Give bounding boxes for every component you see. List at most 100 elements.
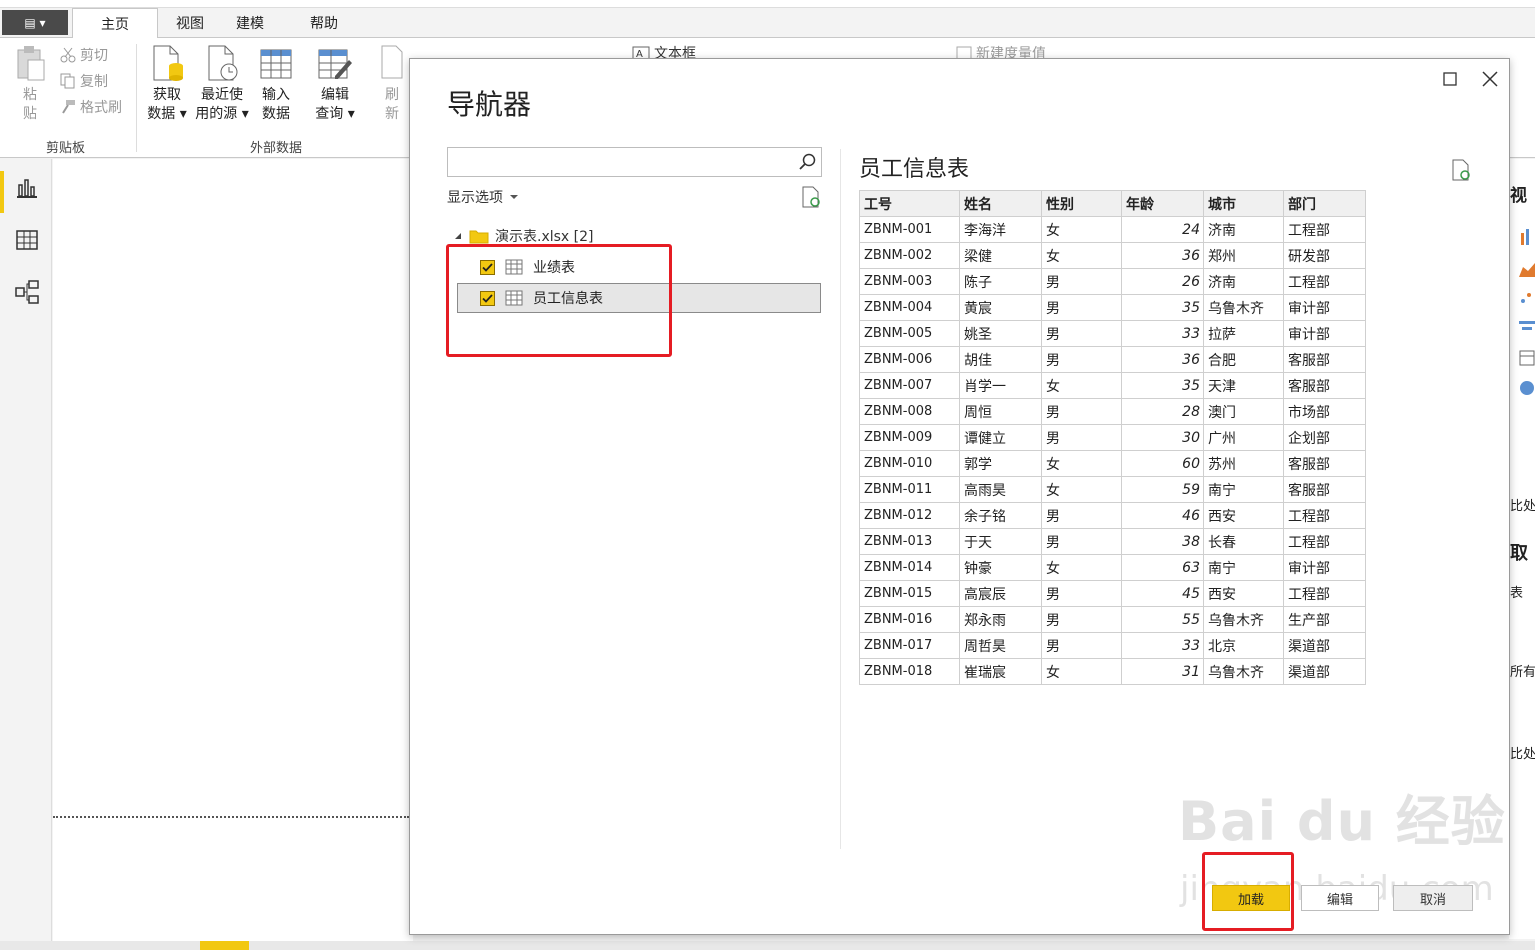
- maximize-icon[interactable]: [1438, 67, 1462, 91]
- table-cell[interactable]: 肖学一: [959, 372, 1042, 399]
- table-visual-icon[interactable]: [1519, 349, 1535, 367]
- table-cell[interactable]: 合肥: [1203, 346, 1284, 373]
- table-cell[interactable]: 45: [1121, 580, 1204, 607]
- table-cell[interactable]: 市场部: [1283, 398, 1366, 425]
- table-cell[interactable]: ZBNM-012: [859, 502, 960, 529]
- table-cell[interactable]: 乌鲁木齐: [1203, 658, 1284, 685]
- cancel-button[interactable]: 取消: [1393, 885, 1473, 911]
- table-cell[interactable]: 男: [1041, 528, 1122, 555]
- tab-modeling[interactable]: 建模: [220, 8, 280, 37]
- table-cell[interactable]: 澳门: [1203, 398, 1284, 425]
- column-header[interactable]: 部门: [1283, 190, 1366, 217]
- table-cell[interactable]: 35: [1121, 294, 1204, 321]
- search-icon[interactable]: [797, 152, 817, 172]
- table-cell[interactable]: 36: [1121, 346, 1204, 373]
- column-header[interactable]: 工号: [859, 190, 960, 217]
- table-cell[interactable]: 梁健: [959, 242, 1042, 269]
- table-cell[interactable]: 男: [1041, 346, 1122, 373]
- table-cell[interactable]: 女: [1041, 476, 1122, 503]
- table-cell[interactable]: 31: [1121, 658, 1204, 685]
- table-cell[interactable]: 55: [1121, 606, 1204, 633]
- model-view-icon[interactable]: [14, 279, 40, 305]
- table-cell[interactable]: 余子铭: [959, 502, 1042, 529]
- column-header[interactable]: 性别: [1041, 190, 1122, 217]
- refresh-tree-icon[interactable]: [801, 186, 821, 208]
- table-cell[interactable]: 24: [1121, 216, 1204, 243]
- report-view-icon[interactable]: [14, 175, 40, 201]
- table-cell[interactable]: 60: [1121, 450, 1204, 477]
- table-cell[interactable]: 46: [1121, 502, 1204, 529]
- table-cell[interactable]: ZBNM-013: [859, 528, 960, 555]
- table-cell[interactable]: 渠道部: [1283, 632, 1366, 659]
- table-cell[interactable]: ZBNM-002: [859, 242, 960, 269]
- table-cell[interactable]: ZBNM-018: [859, 658, 960, 685]
- table-cell[interactable]: 男: [1041, 424, 1122, 451]
- table-cell[interactable]: 苏州: [1203, 450, 1284, 477]
- table-cell[interactable]: 工程部: [1283, 502, 1366, 529]
- table-cell[interactable]: 周恒: [959, 398, 1042, 425]
- table-cell[interactable]: 女: [1041, 554, 1122, 581]
- table-cell[interactable]: 客服部: [1283, 346, 1366, 373]
- table-cell[interactable]: ZBNM-004: [859, 294, 960, 321]
- refresh-preview-icon[interactable]: [1451, 159, 1471, 181]
- table-cell[interactable]: 南宁: [1203, 476, 1284, 503]
- table-cell[interactable]: 女: [1041, 450, 1122, 477]
- search-input[interactable]: [452, 152, 792, 172]
- table-cell[interactable]: 客服部: [1283, 476, 1366, 503]
- table-cell[interactable]: 男: [1041, 632, 1122, 659]
- table-cell[interactable]: 女: [1041, 658, 1122, 685]
- table-cell[interactable]: 35: [1121, 372, 1204, 399]
- area-chart-visual-icon[interactable]: [1519, 259, 1535, 277]
- table-cell[interactable]: 28: [1121, 398, 1204, 425]
- table-cell[interactable]: 女: [1041, 242, 1122, 269]
- table-cell[interactable]: 工程部: [1283, 268, 1366, 295]
- table-cell[interactable]: 西安: [1203, 580, 1284, 607]
- table-cell[interactable]: ZBNM-015: [859, 580, 960, 607]
- edit-button[interactable]: 编辑: [1301, 885, 1379, 911]
- table-cell[interactable]: ZBNM-005: [859, 320, 960, 347]
- cut-button[interactable]: 剪切: [60, 45, 108, 65]
- table-cell[interactable]: 姚圣: [959, 320, 1042, 347]
- get-data-button[interactable]: 获取 数据 ▾: [144, 44, 190, 124]
- table-cell[interactable]: 胡佳: [959, 346, 1042, 373]
- table-cell[interactable]: 男: [1041, 580, 1122, 607]
- table-cell[interactable]: 客服部: [1283, 372, 1366, 399]
- table-cell[interactable]: 渠道部: [1283, 658, 1366, 685]
- table-cell[interactable]: 女: [1041, 216, 1122, 243]
- table-cell[interactable]: 南宁: [1203, 554, 1284, 581]
- table-cell[interactable]: 济南: [1203, 268, 1284, 295]
- table-cell[interactable]: ZBNM-006: [859, 346, 960, 373]
- table-cell[interactable]: 长春: [1203, 528, 1284, 555]
- table-cell[interactable]: ZBNM-007: [859, 372, 960, 399]
- close-icon[interactable]: [1478, 67, 1502, 91]
- table-cell[interactable]: 天津: [1203, 372, 1284, 399]
- copy-button[interactable]: 复制: [60, 71, 108, 91]
- file-menu-button[interactable]: ▤ ▾: [2, 10, 68, 35]
- table-cell[interactable]: 33: [1121, 632, 1204, 659]
- page-tab-active[interactable]: [200, 941, 249, 950]
- edit-queries-button[interactable]: 编辑 查询 ▾: [310, 44, 360, 124]
- table-cell[interactable]: 男: [1041, 268, 1122, 295]
- table-cell[interactable]: 男: [1041, 606, 1122, 633]
- table-cell[interactable]: 女: [1041, 372, 1122, 399]
- table-cell[interactable]: 乌鲁木齐: [1203, 294, 1284, 321]
- table-cell[interactable]: ZBNM-014: [859, 554, 960, 581]
- table-cell[interactable]: 审计部: [1283, 294, 1366, 321]
- table-cell[interactable]: 陈子: [959, 268, 1042, 295]
- table-cell[interactable]: 济南: [1203, 216, 1284, 243]
- table-cell[interactable]: 高雨昊: [959, 476, 1042, 503]
- table-cell[interactable]: 于天: [959, 528, 1042, 555]
- table-cell[interactable]: ZBNM-008: [859, 398, 960, 425]
- refresh-button[interactable]: 刷 新: [378, 44, 406, 124]
- table-cell[interactable]: 男: [1041, 320, 1122, 347]
- tab-home[interactable]: 主页: [72, 8, 158, 38]
- paste-button[interactable]: 粘 贴: [12, 44, 48, 124]
- table-cell[interactable]: ZBNM-017: [859, 632, 960, 659]
- table-cell[interactable]: ZBNM-001: [859, 216, 960, 243]
- table-cell[interactable]: 63: [1121, 554, 1204, 581]
- data-view-icon[interactable]: [14, 227, 40, 253]
- table-cell[interactable]: 客服部: [1283, 450, 1366, 477]
- table-cell[interactable]: 周哲昊: [959, 632, 1042, 659]
- table-cell[interactable]: 西安: [1203, 502, 1284, 529]
- funnel-visual-icon[interactable]: [1519, 319, 1535, 337]
